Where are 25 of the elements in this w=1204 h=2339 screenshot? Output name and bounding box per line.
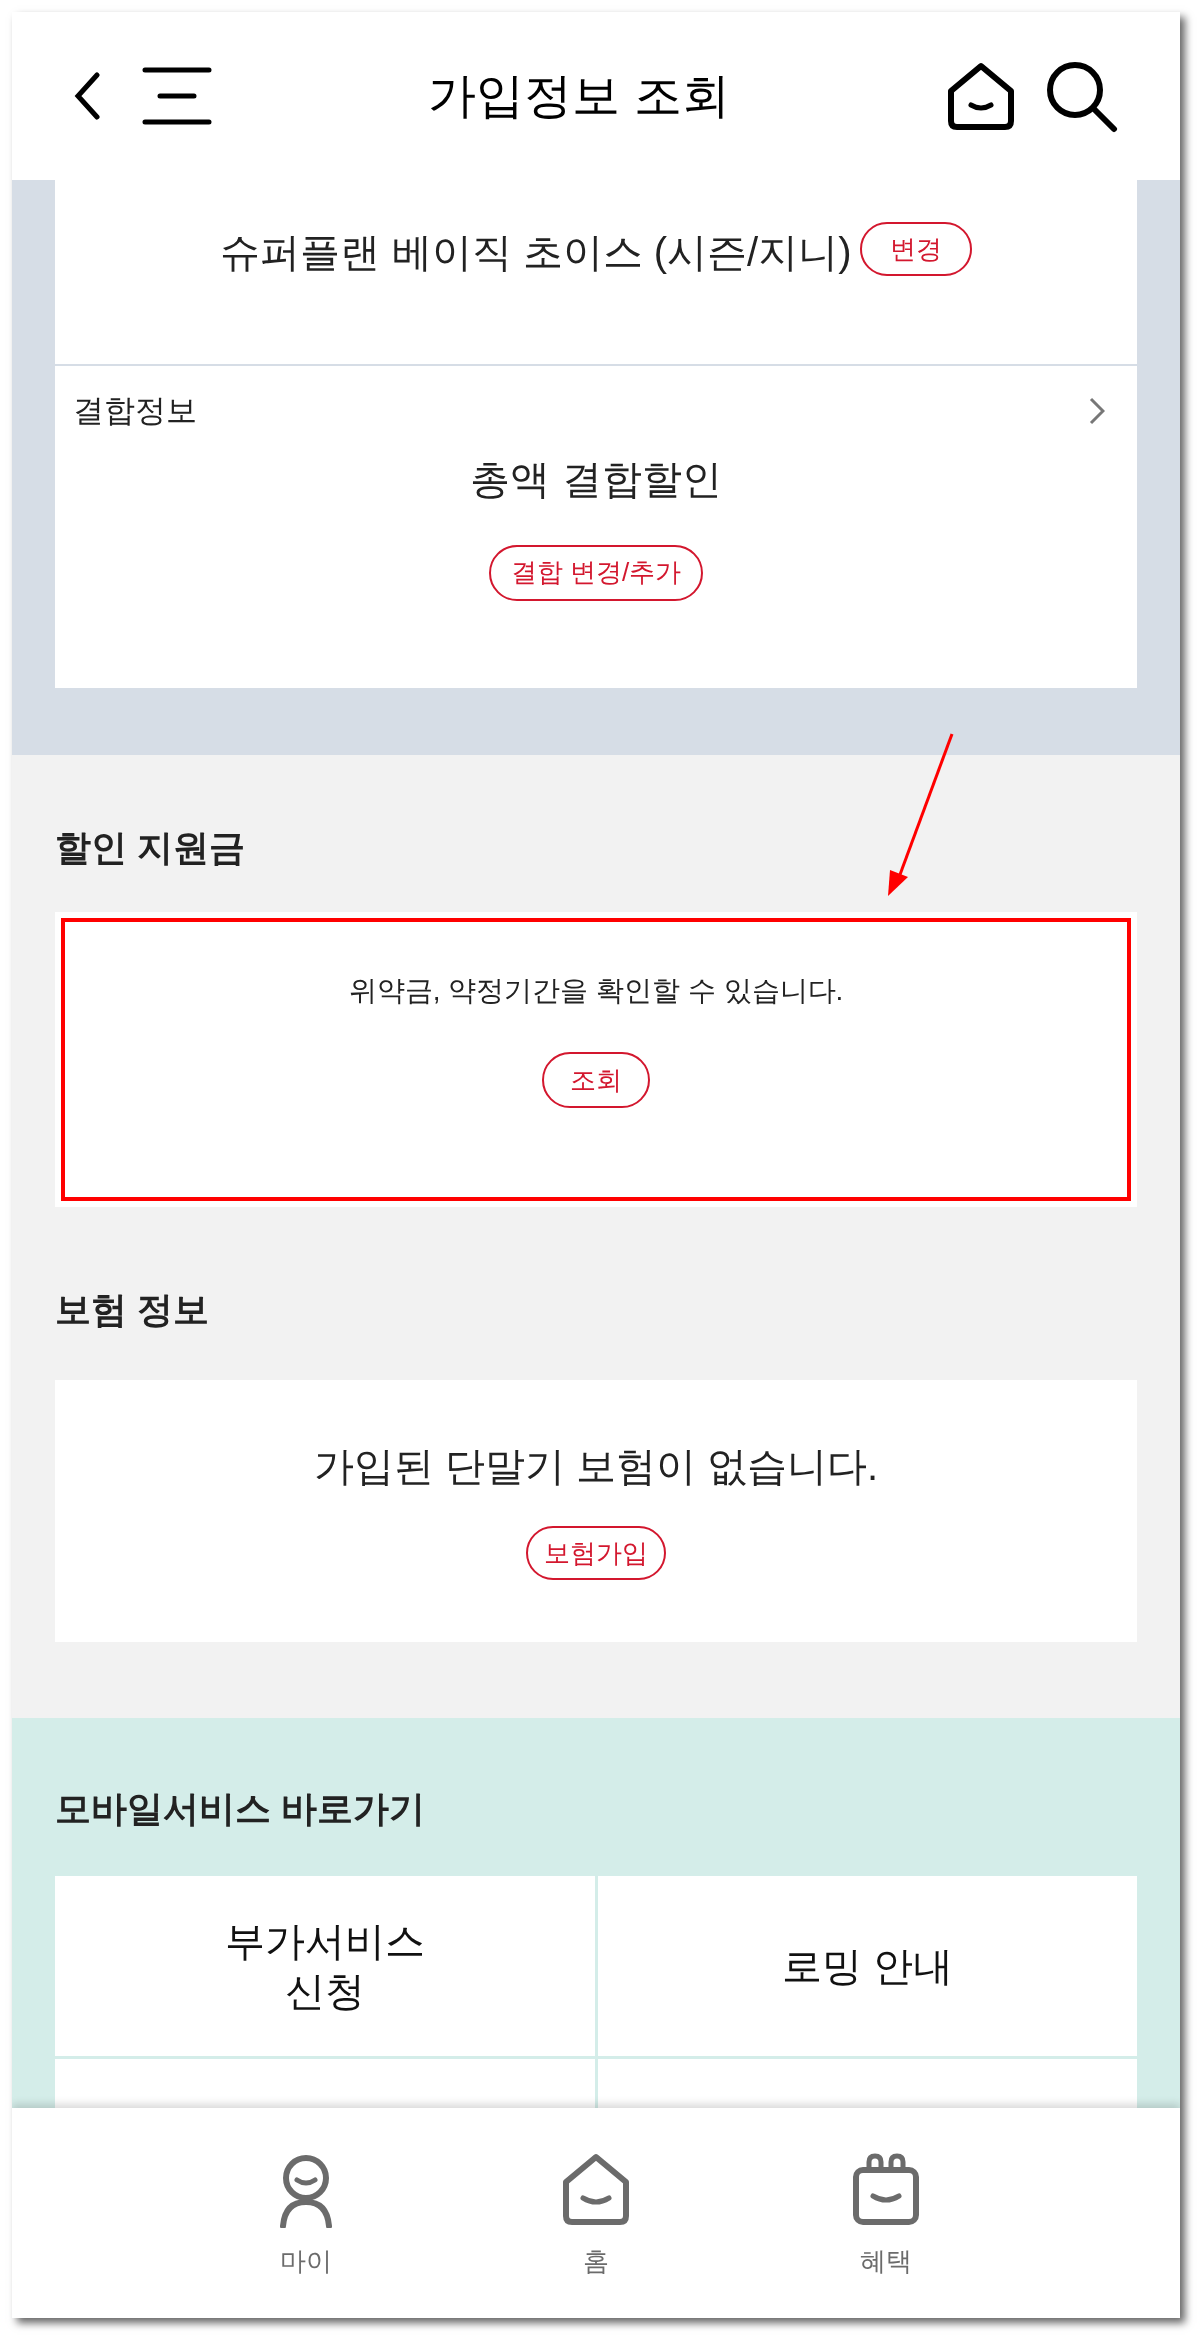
gift-icon — [851, 2152, 921, 2228]
shortcut-tile[interactable]: 부가서비스 신청 — [55, 1876, 595, 2056]
home-icon — [561, 2152, 631, 2228]
chevron-right-icon[interactable] — [1089, 397, 1105, 426]
page-title: 가입정보 조회 — [427, 68, 731, 124]
change-button[interactable]: 변경 — [859, 222, 972, 276]
discount-message: 위약금, 약정기간을 확인할 수 있습니다. — [348, 974, 844, 1008]
back-icon[interactable] — [74, 72, 100, 120]
combination-change-button[interactable]: 결합 변경/추가 — [488, 544, 704, 601]
nav-tab[interactable]: 마이 — [221, 2152, 391, 2318]
menu-icon[interactable] — [142, 66, 212, 126]
nav-tab[interactable]: 홈 — [511, 2152, 681, 2318]
section-heading: 보험 정보 — [55, 1288, 210, 1332]
insurance-message: 가입된 단말기 보험이 없습니다. — [313, 1443, 879, 1490]
section-heading: 할인 지원금 — [55, 826, 246, 870]
plan-name: 슈퍼플랜 베이직 초이스 (시즌/지니) — [220, 229, 852, 276]
home-icon[interactable] — [946, 61, 1016, 131]
section-label: 결합정보 — [73, 392, 197, 430]
section-heading: 모바일서비스 바로가기 — [55, 1787, 426, 1831]
inquiry-button[interactable]: 조회 — [542, 1052, 650, 1108]
shortcut-tile[interactable]: 로밍 안내 — [597, 1876, 1137, 2056]
nav-tab[interactable]: 혜택 — [801, 2152, 971, 2318]
insurance-join-button[interactable]: 보험가입 — [526, 1526, 666, 1580]
combination-value: 총액 결합할인 — [470, 455, 722, 503]
search-icon[interactable] — [1044, 59, 1118, 133]
